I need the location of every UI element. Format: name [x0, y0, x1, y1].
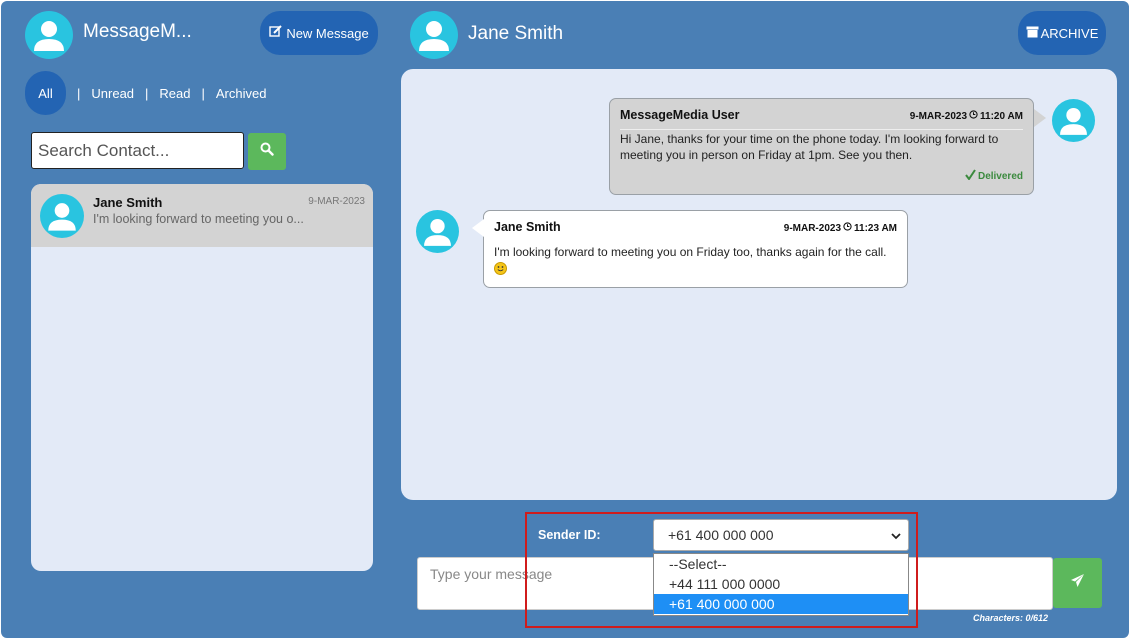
message-bubble-incoming: Jane Smith 9-MAR-2023 11:23 AM I'm looki… — [472, 210, 908, 288]
highlight-box — [525, 512, 918, 628]
search-button[interactable] — [248, 133, 286, 170]
user-avatar-icon — [416, 210, 459, 253]
message-date: 9-MAR-2023 — [783, 222, 842, 234]
character-count: Characters: 0/612 — [973, 613, 1049, 623]
send-button[interactable] — [1053, 558, 1102, 608]
contact-list: Jane Smith 9-MAR-2023 I'm looking forwar… — [31, 184, 373, 571]
contact-date: 9-MAR-2023 — [308, 196, 365, 207]
tab-archived[interactable]: Archived — [216, 86, 267, 101]
status-text: Delivered — [977, 170, 1023, 182]
user-avatar-icon — [40, 194, 84, 238]
chat-area: MessageMedia User 9-MAR-2023 11:20 AM Hi… — [401, 69, 1117, 500]
message-time: 11:20 AM — [980, 110, 1023, 122]
filter-tabs: All | Unread | Read | Archived — [25, 71, 266, 115]
message-text: Hi Jane, thanks for your time on the pho… — [620, 132, 999, 162]
app-name: MessageM... — [83, 21, 192, 42]
search-icon — [260, 142, 274, 161]
send-icon — [1070, 573, 1085, 593]
delivery-status: Delivered — [965, 169, 1023, 183]
message-text: I'm looking forward to meeting you on Fr… — [494, 245, 887, 259]
archive-box-icon — [1026, 26, 1039, 41]
user-avatar-icon — [410, 11, 458, 59]
conversation-title: Jane Smith — [468, 23, 564, 44]
message-time: 11:23 AM — [854, 222, 897, 234]
smiley-emoji-icon — [494, 262, 507, 276]
user-avatar-icon — [25, 11, 73, 59]
message-timestamp: 9-MAR-2023 11:20 AM — [910, 110, 1023, 122]
divider — [620, 129, 1023, 130]
edit-icon — [269, 25, 283, 41]
message-sender: Jane Smith — [494, 220, 561, 234]
app-window: MessageM... New Message All | Unread | R… — [1, 1, 1129, 638]
new-message-label: New Message — [286, 25, 369, 41]
tab-separator: | — [77, 85, 81, 101]
message-text-block: I'm looking forward to meeting you on Fr… — [494, 244, 895, 276]
archive-label: ARCHIVE — [1040, 25, 1099, 41]
message-date: 9-MAR-2023 — [909, 110, 968, 122]
contact-preview: I'm looking forward to meeting you o... — [93, 212, 304, 226]
checkmark-icon — [965, 169, 976, 183]
clock-icon — [969, 110, 978, 122]
tab-read[interactable]: Read — [159, 86, 190, 101]
message-timestamp: 9-MAR-2023 11:23 AM — [784, 222, 897, 234]
contact-name: Jane Smith — [93, 195, 163, 210]
tab-separator: | — [201, 85, 205, 101]
tab-unread[interactable]: Unread — [91, 86, 134, 101]
user-avatar-icon — [1052, 99, 1095, 142]
contact-item[interactable]: Jane Smith 9-MAR-2023 I'm looking forwar… — [31, 184, 373, 247]
message-sender: MessageMedia User — [620, 108, 740, 122]
tab-separator: | — [145, 85, 149, 101]
tab-all[interactable]: All — [25, 71, 66, 115]
search-contact-input[interactable]: Search Contact... — [31, 132, 244, 169]
new-message-button[interactable]: New Message — [260, 11, 378, 55]
archive-button[interactable]: ARCHIVE — [1018, 11, 1106, 55]
clock-icon — [843, 222, 852, 234]
message-bubble-outgoing: MessageMedia User 9-MAR-2023 11:20 AM Hi… — [609, 98, 1046, 195]
